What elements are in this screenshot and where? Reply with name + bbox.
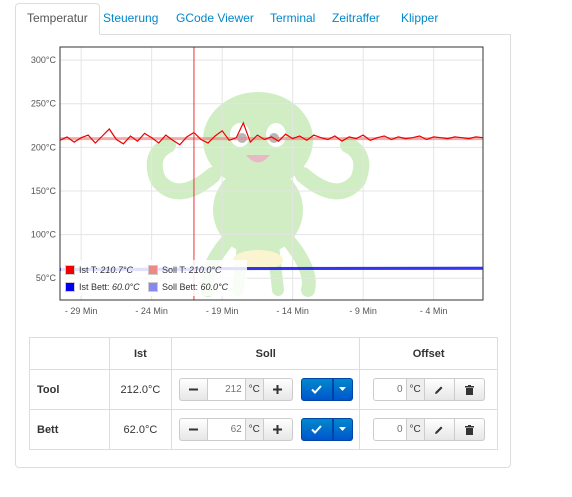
tab-zeitraffer[interactable]: Zeitraffer (321, 4, 391, 33)
tab-temperatur[interactable]: Temperatur (15, 3, 100, 35)
decrease-target-button[interactable] (178, 418, 208, 441)
x-tick-label: - 19 Min (206, 306, 239, 316)
set-target-button[interactable] (300, 418, 333, 441)
edit-offset-button[interactable] (424, 418, 455, 441)
decrease-target-button[interactable] (178, 378, 208, 401)
legend-label: Ist Bett: 60.0°C (79, 282, 140, 292)
target-dropdown-button[interactable] (332, 378, 353, 401)
minus-icon (188, 428, 198, 431)
pencil-icon (435, 426, 443, 434)
legend-label: Soll Bett: 60.0°C (162, 282, 229, 292)
row-label: Bett (29, 409, 110, 450)
y-tick-label: 150°C (31, 186, 57, 196)
legend-swatch (148, 265, 158, 275)
y-tick-label: 50°C (36, 273, 57, 283)
x-tick-label: - 14 Min (276, 306, 309, 316)
target-input-group: °C (178, 378, 353, 401)
target-controls: °C (171, 409, 361, 450)
x-tick-label: - 4 Min (420, 306, 448, 316)
row-label: Tool (29, 369, 110, 410)
trash-icon (464, 424, 474, 435)
temperature-chart: 300°C 250°C 200°C 150°C 100°C 50°C - 29 … (28, 45, 488, 320)
header-ist: Ist (108, 337, 173, 370)
plus-icon (273, 385, 283, 394)
tab-steuerung[interactable]: Steuerung (92, 4, 169, 33)
header-blank (29, 337, 110, 370)
pencil-icon (435, 386, 443, 394)
legend-swatch (65, 265, 75, 275)
y-tick-label: 200°C (31, 142, 57, 152)
header-soll: Soll (171, 337, 361, 370)
legend-label: Soll T: 210.0°C (162, 265, 222, 275)
offset-input[interactable] (372, 418, 407, 441)
y-tick-label: 100°C (31, 230, 57, 240)
y-tick-label: 300°C (31, 55, 57, 65)
unit-label: °C (245, 418, 264, 441)
plus-icon (273, 425, 283, 434)
target-temperature-input[interactable] (207, 418, 246, 441)
actual-temperature: 212.0°C (108, 369, 173, 410)
y-tick-label: 250°C (31, 99, 57, 109)
offset-input-group: °C (372, 418, 485, 441)
temperature-table: Ist Soll Offset Tool 212.0°C °C (29, 337, 498, 450)
tab-klipper[interactable]: Klipper (390, 4, 449, 33)
header-offset: Offset (359, 337, 498, 370)
offset-unit-label: °C (406, 378, 425, 401)
x-tick-label: - 29 Min (65, 306, 98, 316)
tab-terminal[interactable]: Terminal (259, 4, 326, 33)
minus-icon (188, 388, 198, 391)
target-temperature-input[interactable] (207, 378, 246, 401)
check-icon (311, 425, 322, 434)
x-tick-label: - 9 Min (349, 306, 377, 316)
target-dropdown-button[interactable] (332, 418, 353, 441)
increase-target-button[interactable] (263, 378, 293, 401)
target-input-group: °C (178, 418, 353, 441)
unit-label: °C (245, 378, 264, 401)
check-icon (311, 385, 322, 394)
tab-bar: Temperatur Steuerung GCode Viewer Termin… (15, 0, 511, 35)
delete-offset-button[interactable] (454, 378, 485, 401)
offset-controls: °C (359, 369, 498, 410)
trash-icon (464, 384, 474, 395)
actual-temperature: 62.0°C (108, 409, 173, 450)
offset-unit-label: °C (406, 418, 425, 441)
caret-down-icon (339, 387, 347, 391)
table-row-bett: Bett 62.0°C °C (29, 409, 498, 450)
caret-down-icon (339, 427, 347, 431)
table-row-tool: Tool 212.0°C °C (29, 369, 498, 410)
offset-input[interactable] (372, 378, 407, 401)
chart-legend: Ist T: 210.7°C Soll T: 210.0°C Ist Bett:… (61, 260, 247, 296)
offset-input-group: °C (372, 378, 485, 401)
set-target-button[interactable] (300, 378, 333, 401)
edit-offset-button[interactable] (424, 378, 455, 401)
x-axis-ticks: - 29 Min - 24 Min - 19 Min - 14 Min - 9 … (65, 306, 448, 316)
tab-gcode-viewer[interactable]: GCode Viewer (165, 4, 265, 33)
legend-swatch (65, 282, 75, 292)
target-controls: °C (171, 369, 361, 410)
x-tick-label: - 24 Min (135, 306, 168, 316)
table-header-row: Ist Soll Offset (29, 337, 498, 370)
offset-controls: °C (359, 409, 498, 450)
y-axis-ticks: 300°C 250°C 200°C 150°C 100°C 50°C (31, 55, 57, 283)
increase-target-button[interactable] (263, 418, 293, 441)
legend-label: Ist T: 210.7°C (79, 265, 133, 275)
delete-offset-button[interactable] (454, 418, 485, 441)
legend-swatch (148, 282, 158, 292)
